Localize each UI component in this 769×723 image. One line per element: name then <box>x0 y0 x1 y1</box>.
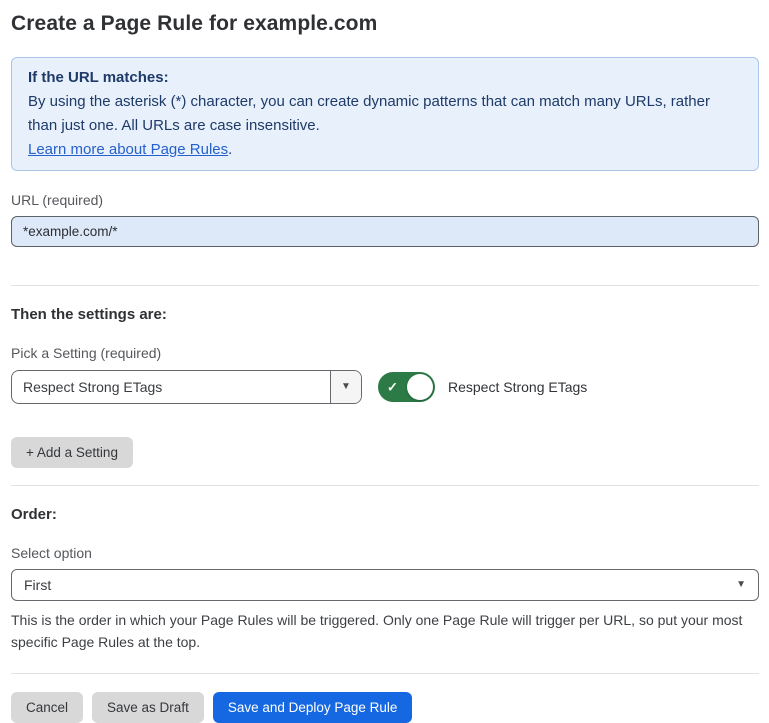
chevron-down-icon: ▼ <box>736 580 746 590</box>
setting-select-caret-button[interactable]: ▼ <box>330 371 361 403</box>
form-actions: Cancel Save as Draft Save and Deploy Pag… <box>11 692 759 723</box>
save-deploy-button[interactable]: Save and Deploy Page Rule <box>213 692 413 723</box>
order-select-label: Select option <box>11 545 759 562</box>
chevron-down-icon: ▼ <box>341 382 351 392</box>
divider <box>11 485 759 486</box>
link-period: . <box>228 141 232 158</box>
info-box-link-line: Learn more about Page Rules. <box>28 138 742 162</box>
url-field-label: URL (required) <box>11 192 759 209</box>
settings-section-heading: Then the settings are: <box>11 306 759 324</box>
order-section-heading: Order: <box>11 506 759 524</box>
info-box-body: By using the asterisk (*) character, you… <box>28 90 742 138</box>
setting-select[interactable]: Respect Strong ETags ▼ <box>11 370 362 404</box>
setting-row: Respect Strong ETags ▼ ✓ Respect Strong … <box>11 370 759 404</box>
order-select-value: First <box>24 577 736 593</box>
url-input[interactable] <box>11 216 759 247</box>
page-title: Create a Page Rule for example.com <box>11 12 759 36</box>
save-draft-button[interactable]: Save as Draft <box>92 692 204 723</box>
info-box-heading: If the URL matches: <box>28 66 742 90</box>
cancel-button[interactable]: Cancel <box>11 692 83 723</box>
divider <box>11 673 759 674</box>
order-help-text: This is the order in which your Page Rul… <box>11 609 759 653</box>
toggle-label: Respect Strong ETags <box>448 379 587 395</box>
etags-toggle[interactable]: ✓ <box>378 372 435 402</box>
toggle-knob <box>407 374 433 400</box>
check-icon: ✓ <box>387 381 398 394</box>
page-rule-form: Create a Page Rule for example.com If th… <box>0 0 769 723</box>
divider <box>11 285 759 286</box>
setting-picker-label: Pick a Setting (required) <box>11 345 759 362</box>
order-select[interactable]: First ▼ <box>11 569 759 601</box>
setting-select-value: Respect Strong ETags <box>12 371 330 403</box>
learn-more-link[interactable]: Learn more about Page Rules <box>28 141 228 158</box>
add-setting-button[interactable]: + Add a Setting <box>11 437 133 468</box>
url-match-info-box: If the URL matches: By using the asteris… <box>11 57 759 171</box>
